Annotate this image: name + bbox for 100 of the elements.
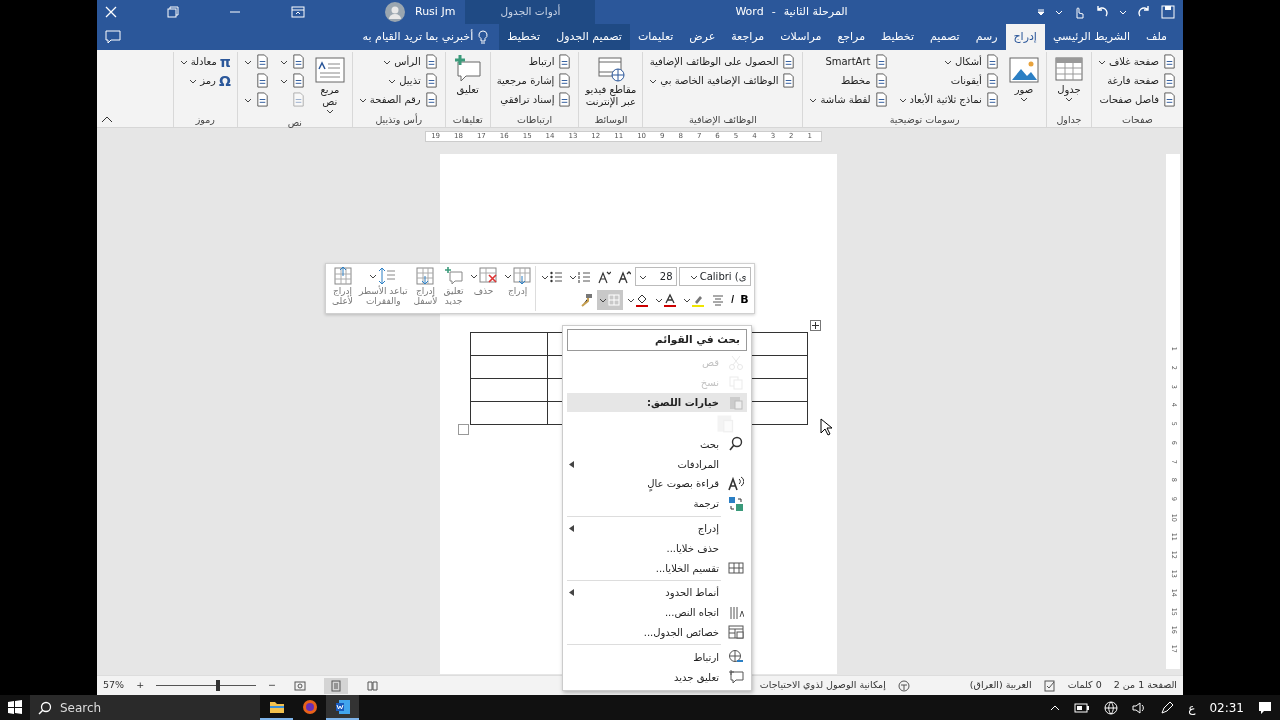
document-title: المرحلة الثانية xyxy=(783,3,848,20)
ribbon-button[interactable]: الوظائف الإضافية الخاصة بي xyxy=(647,71,799,90)
menu-item[interactable]: ارتباط xyxy=(567,647,747,668)
submenu-arrow-icon xyxy=(569,524,574,532)
menu-item[interactable]: تعليق جديد xyxy=(567,667,747,687)
ribbon-button[interactable]: الرأس xyxy=(356,52,441,71)
menu-item[interactable]: تقسيم الخلايا... xyxy=(567,558,747,578)
font-size-field[interactable]: 28 xyxy=(634,267,677,287)
ribbon-tab[interactable]: مراجعة xyxy=(723,24,773,50)
menu-item[interactable]: اتجاه النص... xyxy=(567,602,747,623)
menu-item[interactable]: خصائص الجدول... xyxy=(567,622,747,643)
numbering-icon xyxy=(576,269,591,284)
menu-item[interactable]: المرادفات xyxy=(567,454,747,474)
table-move-handle-icon xyxy=(810,320,821,331)
ribbon-button[interactable]: إسناد ترافقي xyxy=(494,90,575,109)
font-name-field[interactable]: Calibri (ى xyxy=(678,267,751,287)
ribbon-button[interactable]: أشكال xyxy=(896,52,1002,71)
zoom-out-button[interactable]: − xyxy=(268,678,277,693)
table-properties-icon xyxy=(728,624,744,641)
ribbon-button[interactable]: لقطة شاشة xyxy=(807,90,891,109)
ribbon-button[interactable]: رقم الصفحة xyxy=(356,90,441,109)
ribbon-tab[interactable]: الشريط الرئيسي xyxy=(1044,24,1139,50)
word-icon xyxy=(334,698,351,715)
text-direction-icon xyxy=(728,604,744,621)
language-status[interactable]: العربية (العراق) xyxy=(969,678,1032,693)
line-spacing-icon xyxy=(377,266,398,286)
ribbon-button[interactable]: فاصل صفحات xyxy=(1095,90,1179,109)
ribbon-button[interactable]: صفحة فارغة xyxy=(1095,71,1179,90)
menu-item[interactable]: أنماط الحدود xyxy=(567,582,747,603)
group-label: الوظائف الإضافية xyxy=(687,113,758,127)
toolbar-button[interactable]: إدراج لأسفل xyxy=(410,266,441,311)
ribbon-tab[interactable]: عرض xyxy=(681,24,724,50)
menu-search-field[interactable]: بحث في القوائم xyxy=(567,329,747,351)
menu-item[interactable]: ترجمة xyxy=(567,493,747,514)
page-icon xyxy=(781,54,797,69)
toolbar-button[interactable]: إدراج لأعلى xyxy=(329,266,356,311)
input-language[interactable]: ع xyxy=(1188,698,1196,717)
ribbon-button[interactable]: جدول xyxy=(1050,52,1087,113)
customize-icon xyxy=(1037,8,1045,16)
page-icon xyxy=(423,54,439,69)
restore-icon xyxy=(167,6,179,18)
menu-item[interactable]: إدراج xyxy=(567,518,747,539)
ribbon-button[interactable]: صفحة غلاف xyxy=(1095,52,1179,71)
ribbon-button[interactable]: SmartArt xyxy=(807,52,891,71)
zoom-in-button[interactable]: + xyxy=(136,678,145,693)
accessibility-status[interactable]: إمكانية الوصول لذوي الاحتياجات xyxy=(759,678,886,693)
grow-font-icon xyxy=(616,269,631,284)
toolbar-button[interactable]: حذف xyxy=(466,266,501,311)
caret-icon xyxy=(1064,96,1073,102)
ribbon-tab[interactable]: رسم xyxy=(967,24,1006,50)
ribbon-button[interactable]: مربع نص xyxy=(311,52,348,116)
zoom-percent[interactable]: 57% xyxy=(103,678,125,693)
ribbon-tab[interactable]: إدراج xyxy=(1005,24,1045,50)
group-label: رسومات توضيحية xyxy=(888,113,961,127)
clock-time[interactable]: 02:31 xyxy=(1209,698,1244,717)
ribbon-tab[interactable]: تعليمات xyxy=(629,24,682,50)
menu-item[interactable]: قراءة بصوت عالٍ xyxy=(567,474,747,494)
ribbon-button[interactable]: نماذج ثلاثية الأبعاد xyxy=(896,90,1002,109)
table-resize-handle-icon xyxy=(458,424,469,435)
menu-item[interactable]: حذف خلايا... xyxy=(567,538,747,559)
ribbon-button[interactable]: مخطط xyxy=(807,71,891,90)
toolbar-button[interactable]: تعليق جديد xyxy=(440,266,467,311)
caret-icon xyxy=(1097,58,1106,65)
toolbar-button[interactable]: إدراج xyxy=(500,266,535,311)
caret-icon xyxy=(682,297,691,304)
ribbon-button[interactable]: مقاطع فيديو عبر الإنترنت xyxy=(583,52,639,113)
ribbon-tab[interactable]: تخطيط xyxy=(873,24,923,50)
ribbon-button[interactable]: تعليق xyxy=(449,52,486,113)
group-label: ارتباطات xyxy=(516,113,554,127)
ribbon-tab[interactable]: تصميم الجدول xyxy=(548,24,630,50)
toolbar-button[interactable]: تباعد الأسطر والفقرات xyxy=(356,266,411,311)
group-label: تعليقات xyxy=(451,113,484,127)
ribbon-button[interactable]: إشارة مرجعية xyxy=(494,71,575,90)
italic-button[interactable]: I xyxy=(728,290,737,311)
ribbon-button[interactable]: الحصول على الوظائف الإضافية xyxy=(647,52,799,71)
menu-item[interactable]: بحث xyxy=(567,434,747,455)
word-count[interactable]: 0 كلمات xyxy=(1067,678,1102,693)
ribbon-tab[interactable]: تصميم xyxy=(922,24,968,50)
zoom-slider-thumb[interactable] xyxy=(216,680,221,691)
caret-icon xyxy=(943,58,952,65)
ribbon-tab[interactable]: تخطيط xyxy=(499,24,549,50)
bold-button[interactable]: B xyxy=(738,290,751,311)
ribbon-tab[interactable]: مراسلات xyxy=(772,24,830,50)
tell-me-search[interactable]: أخبرني بما تريد القيام به xyxy=(362,28,474,46)
page-count[interactable]: الصفحة 1 من 2 xyxy=(1113,678,1177,693)
menu-item[interactable]: خيارات اللصق: xyxy=(567,392,747,413)
bullets-icon xyxy=(548,269,563,284)
ribbon-button[interactable]: صور xyxy=(1005,52,1042,113)
page-icon xyxy=(423,73,439,88)
print-layout-icon xyxy=(330,679,343,692)
ribbon-button[interactable]: ارتباط xyxy=(494,52,575,71)
taskbar-app-button[interactable] xyxy=(326,695,359,720)
insert-below-icon xyxy=(415,266,436,286)
ribbon-tab[interactable]: ملف xyxy=(1138,24,1175,50)
taskbar-search-field[interactable]: Search xyxy=(30,695,260,720)
ribbon-button[interactable]: تذييل xyxy=(356,71,441,90)
view-button[interactable] xyxy=(324,677,349,694)
ribbon-button[interactable]: أيقونات xyxy=(896,71,1002,90)
ribbon-tab[interactable]: مراجع xyxy=(829,24,874,50)
chevron-up-icon xyxy=(1050,704,1061,711)
